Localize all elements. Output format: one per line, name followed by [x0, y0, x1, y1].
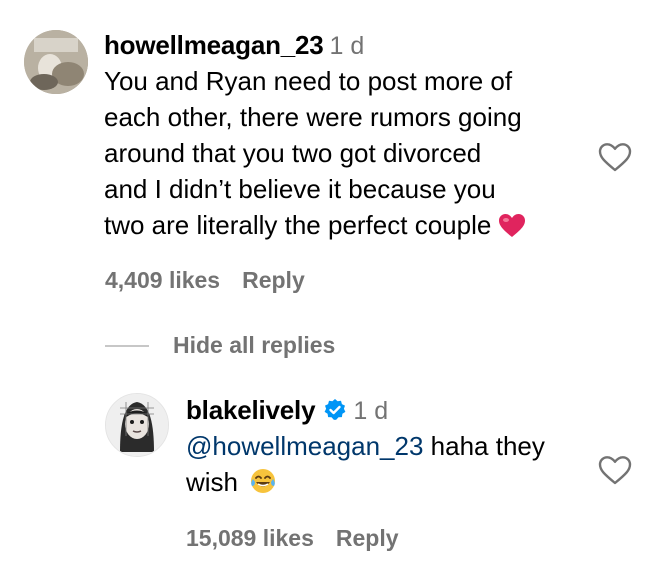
- comment-text-line: each other, there were rumors going: [104, 102, 522, 132]
- comment-text-line: two are literally the perfect couple: [104, 207, 584, 243]
- reply-likes[interactable]: 15,089 likes: [186, 525, 314, 551]
- comment-text-line: and I didn’t believe it because you: [104, 174, 496, 204]
- comment-body: howellmeagan_23 1 d You and Ryan need to …: [104, 30, 584, 243]
- reply-text-line: wish: [186, 464, 596, 500]
- reply-username[interactable]: blakelively: [186, 395, 316, 425]
- verified-badge-icon: [324, 399, 346, 420]
- comment-username[interactable]: howellmeagan_23: [104, 30, 324, 60]
- hide-replies-label[interactable]: Hide all replies: [173, 332, 335, 359]
- comment-text-line-last: two are literally the perfect couple: [104, 210, 492, 240]
- comment-text-line: around that you two got divorced: [104, 138, 482, 168]
- comment-timestamp[interactable]: 1 d: [330, 32, 365, 60]
- hide-replies-toggle[interactable]: Hide all replies: [105, 332, 335, 359]
- thread-divider-line: [105, 344, 149, 347]
- reply-text: @howellmeagan_23 haha they wish: [186, 428, 596, 500]
- reply-text-line: @howellmeagan_23 haha they: [186, 428, 596, 464]
- red-heart-emoji-icon: [498, 214, 525, 237]
- reply-text-part: wish: [186, 467, 239, 497]
- reply-avatar[interactable]: [105, 393, 169, 457]
- reply-reply-button[interactable]: Reply: [336, 525, 399, 551]
- like-comment-heart-icon[interactable]: [598, 142, 632, 172]
- comment-meta: 4,409 likes Reply: [105, 267, 305, 294]
- commenter-avatar[interactable]: [24, 30, 88, 94]
- reply-meta: 15,089 likes Reply: [186, 525, 399, 552]
- comment-likes[interactable]: 4,409 likes: [105, 267, 220, 293]
- tears-of-joy-emoji-icon: [251, 469, 276, 493]
- reply-body: blakelively 1 d @howellmeagan_23 haha the…: [186, 395, 596, 500]
- reply-text-part: haha they: [423, 431, 545, 461]
- comment-text: You and Ryan need to post more of each o…: [104, 63, 584, 243]
- like-reply-heart-icon[interactable]: [598, 455, 632, 485]
- reply-mention-link[interactable]: @howellmeagan_23: [186, 431, 423, 461]
- comment-reply-button[interactable]: Reply: [242, 267, 305, 293]
- comment-text-line: You and Ryan need to post more of: [104, 66, 513, 96]
- reply-timestamp[interactable]: 1 d: [353, 397, 388, 425]
